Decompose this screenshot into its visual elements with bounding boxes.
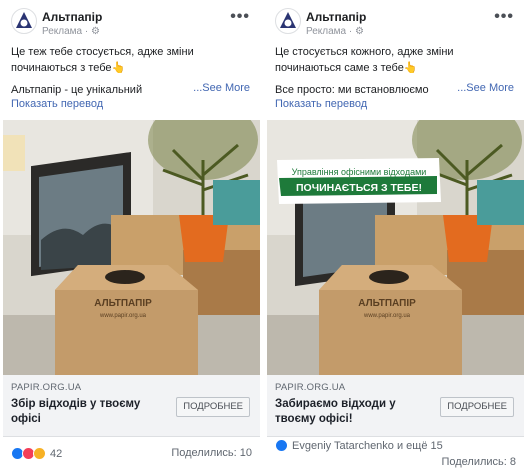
ad-image[interactable]: АЛЬТПАПІР www.papir.org.ua Управління оф… xyxy=(267,120,524,375)
wall-sticker xyxy=(3,135,25,171)
link-domain: PAPIR.ORG.UA xyxy=(275,382,346,393)
link-title[interactable]: Забираємо відходи у твоєму офісі! xyxy=(275,397,435,427)
post-text-line1: Це стосується кожного, адже зміни почина… xyxy=(275,46,454,74)
reactions-count: 42 xyxy=(50,447,63,460)
reactions-summary[interactable]: 42 xyxy=(11,447,62,460)
office-photo: АЛЬТПАПІР www.papir.org.ua Управління оф… xyxy=(267,120,524,375)
altpapir-logo-icon[interactable] xyxy=(275,8,301,34)
more-options-icon[interactable]: ••• xyxy=(230,8,250,26)
image-banner: Управління офісними відходами ПОЧИНАЄТЬС… xyxy=(277,158,441,204)
see-more-link[interactable]: ...See More xyxy=(457,82,514,94)
box-brand-text: АЛЬТПАПІР xyxy=(94,298,152,309)
link-preview[interactable]: PAPIR.ORG.UA Забираємо відходи у твоєму … xyxy=(267,375,524,437)
reactions-bar: 42 Поделились: 10 xyxy=(3,437,260,473)
page-name[interactable]: Альтпапір xyxy=(42,10,102,24)
banner-line2: ПОЧИНАЄТЬСЯ З ТЕБЕ! xyxy=(296,182,422,194)
like-icon xyxy=(275,439,288,452)
ad-header: Альтпапір Реклама · ⚙ ••• xyxy=(267,6,524,40)
link-domain: PAPIR.ORG.UA xyxy=(11,382,82,393)
shares-count[interactable]: Поделились: 10 xyxy=(171,447,252,459)
box-brand-text: АЛЬТПАПІР xyxy=(358,298,416,309)
translate-link[interactable]: Показать перевод xyxy=(11,98,103,110)
box-url-text: www.papir.org.ua xyxy=(363,313,411,319)
ad-card-1: Альтпапір Реклама · ⚙ ••• Це теж тебе ст… xyxy=(3,0,260,473)
altpapir-logo-icon[interactable] xyxy=(11,8,37,34)
translate-link[interactable]: Показать перевод xyxy=(275,98,367,110)
link-title[interactable]: Збір відходів у твоєму офісі xyxy=(11,397,171,427)
see-more-link[interactable]: ...See More xyxy=(193,82,250,94)
office-photo: АЛЬТПАПІР www.papir.org.ua xyxy=(3,120,260,375)
box-url-text: www.papir.org.ua xyxy=(99,313,147,319)
page-name[interactable]: Альтпапір xyxy=(306,10,366,24)
ad-header: Альтпапір Реклама · ⚙ ••• xyxy=(3,6,260,40)
link-preview[interactable]: PAPIR.ORG.UA Збір відходів у твоєму офіс… xyxy=(3,375,260,437)
more-options-icon[interactable]: ••• xyxy=(494,8,514,26)
wow-icon xyxy=(33,447,46,460)
reactions-count: Evgeniy Tatarchenko и ещё 15 xyxy=(292,439,443,452)
learn-more-button[interactable]: ПОДРОБНЕЕ xyxy=(440,397,514,417)
learn-more-button[interactable]: ПОДРОБНЕЕ xyxy=(176,397,250,417)
ad-card-2: Альтпапір Реклама · ⚙ ••• Це стосується … xyxy=(267,0,524,473)
reactions-bar: Evgeniy Tatarchenko и ещё 15 Поделились:… xyxy=(267,437,524,473)
post-text-line1: Це теж тебе стосується, адже зміни почин… xyxy=(11,46,194,74)
sponsored-label: Реклама · ⚙ xyxy=(42,26,100,37)
ad-image[interactable]: АЛЬТПАПІР www.papir.org.ua xyxy=(3,120,260,375)
sponsored-label: Реклама · ⚙ xyxy=(306,26,364,37)
banner-line1: Управління офісними відходами xyxy=(292,167,427,177)
reactions-summary[interactable]: Evgeniy Tatarchenko и ещё 15 xyxy=(275,439,443,452)
shares-count[interactable]: Поделились: 8 xyxy=(441,456,516,468)
